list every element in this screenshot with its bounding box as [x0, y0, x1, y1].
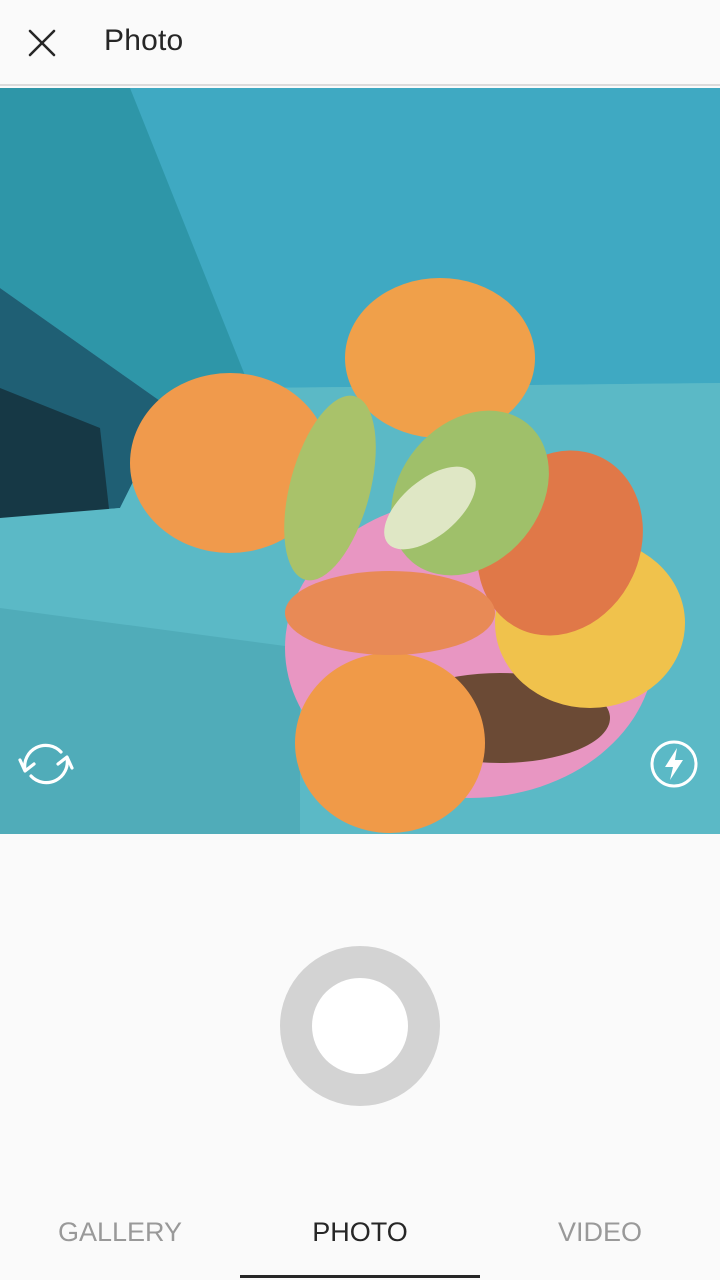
flash-button[interactable] [642, 732, 706, 796]
mode-tabs: GALLERY PHOTO VIDEO [0, 1184, 720, 1280]
tab-gallery[interactable]: GALLERY [0, 1184, 240, 1280]
flash-icon [650, 740, 698, 788]
tab-photo[interactable]: PHOTO [240, 1184, 480, 1280]
tab-photo-label: PHOTO [312, 1216, 408, 1247]
camera-screen: Photo GALLERY PHOTO VIDEO [0, 0, 720, 1280]
tab-video-label: VIDEO [557, 1216, 643, 1247]
close-button[interactable] [18, 19, 66, 67]
close-icon [28, 29, 56, 57]
camera-viewfinder[interactable] [0, 88, 720, 834]
shutter-button[interactable] [280, 946, 440, 1106]
top-bar: Photo [0, 0, 720, 86]
tab-gallery-label: GALLERY [57, 1216, 183, 1247]
flip-camera-button[interactable] [14, 732, 78, 796]
camera-preview-image [0, 88, 720, 834]
active-tab-indicator [240, 1275, 480, 1278]
tab-video[interactable]: VIDEO [480, 1184, 720, 1280]
page-title: Photo [104, 24, 184, 57]
flip-camera-icon [18, 743, 74, 785]
shutter-inner-circle [312, 978, 408, 1074]
